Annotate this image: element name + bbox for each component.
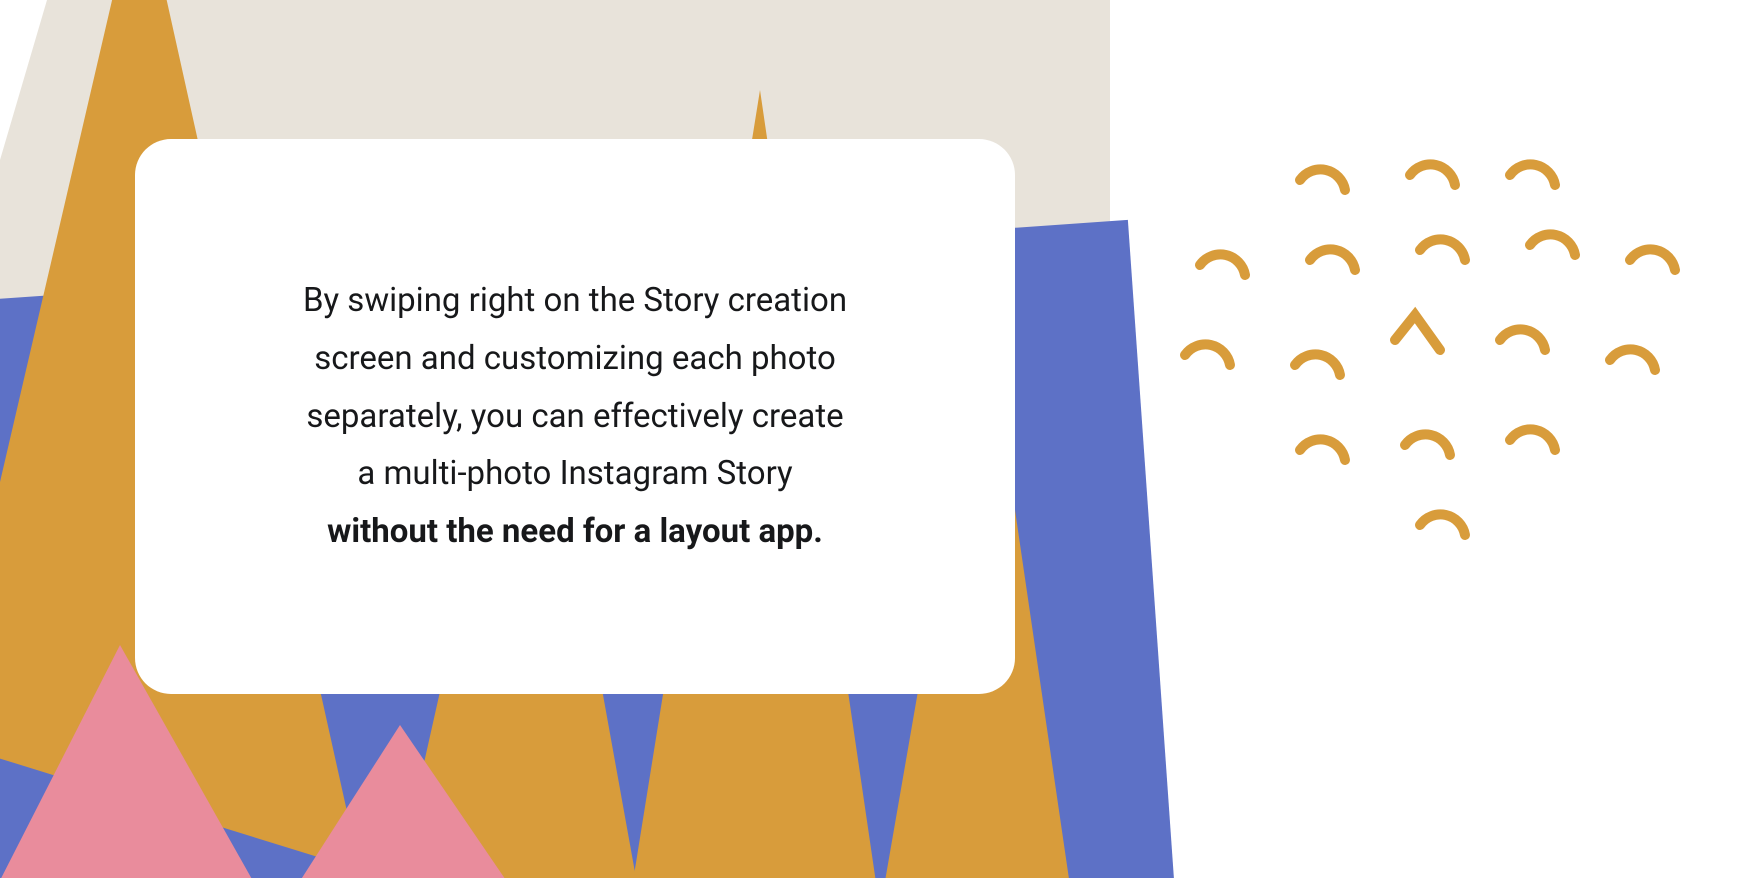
text-line-1: By swiping right on the Story creation	[303, 281, 847, 320]
text-line-bold: without the need for a layout app.	[327, 512, 823, 551]
text-line-4: a multi-photo Instagram Story	[357, 454, 792, 493]
text-line-3: separately, you can effectively create	[306, 397, 843, 436]
card-body-text: By swiping right on the Story creation s…	[303, 272, 847, 561]
text-line-2: screen and customizing each photo	[314, 339, 836, 378]
info-card: By swiping right on the Story creation s…	[135, 139, 1015, 694]
